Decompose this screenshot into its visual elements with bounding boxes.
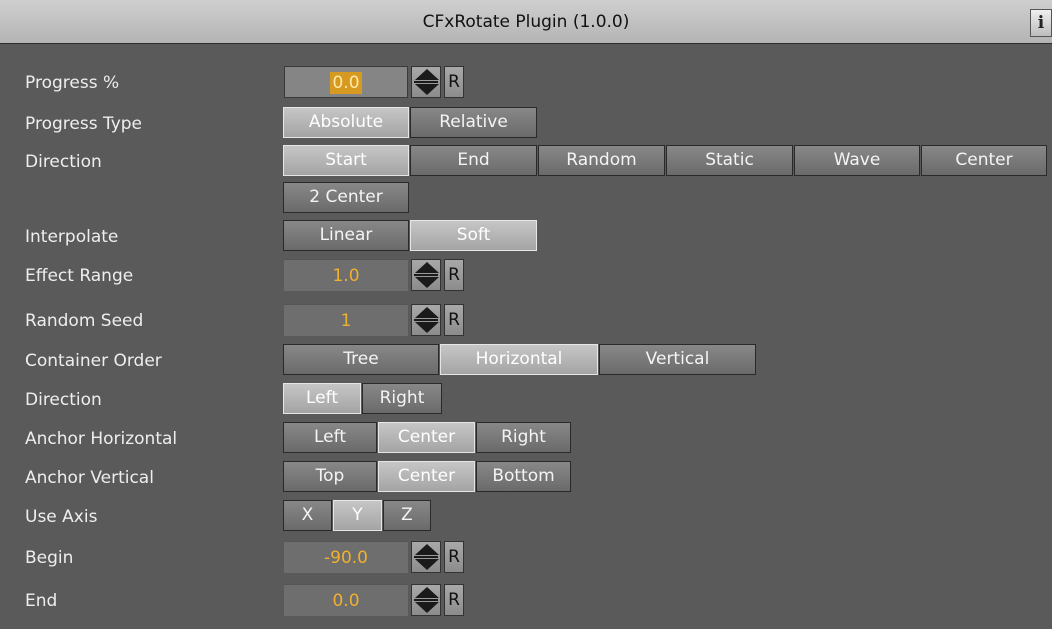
container-order-vertical-button[interactable]: Vertical [599, 344, 756, 375]
anchor-v-bottom-button[interactable]: Bottom [476, 461, 571, 492]
anchor-h-center-button[interactable]: Center [378, 422, 475, 453]
info-icon[interactable]: i [1030, 9, 1052, 37]
progress-type-absolute-button[interactable]: Absolute [283, 107, 409, 138]
direction-lr-label: Direction [25, 390, 102, 410]
interpolate-soft-button[interactable]: Soft [410, 220, 537, 251]
progress-type-label: Progress Type [25, 114, 142, 134]
axis-y-button[interactable]: Y [333, 500, 382, 531]
progress-reset-button[interactable]: R [444, 66, 464, 98]
up-down-arrows-icon[interactable] [411, 304, 441, 336]
window-title: CFxRotate Plugin (1.0.0) [422, 12, 630, 32]
begin-label: Begin [25, 548, 74, 568]
progress-input[interactable]: 0.0 [284, 66, 408, 98]
begin-reset-button[interactable]: R [444, 541, 464, 573]
end-reset-button[interactable]: R [444, 584, 464, 616]
up-down-arrows-icon[interactable] [411, 259, 441, 291]
anchor-h-right-button[interactable]: Right [476, 422, 571, 453]
progress-value: 0.0 [330, 72, 362, 94]
direction-label: Direction [25, 152, 102, 172]
effect-range-input[interactable]: 1.0 [284, 259, 408, 291]
up-down-arrows-icon[interactable] [411, 66, 441, 98]
end-input[interactable]: 0.0 [284, 584, 408, 616]
up-down-arrows-icon[interactable] [411, 584, 441, 616]
anchor-horizontal-label: Anchor Horizontal [25, 429, 178, 449]
container-order-tree-button[interactable]: Tree [283, 344, 439, 375]
container-order-horizontal-button[interactable]: Horizontal [440, 344, 598, 375]
interpolate-label: Interpolate [25, 227, 119, 247]
direction-center-button[interactable]: Center [921, 145, 1047, 176]
axis-z-button[interactable]: Z [383, 500, 431, 531]
use-axis-label: Use Axis [25, 507, 98, 527]
axis-x-button[interactable]: X [283, 500, 332, 531]
begin-input[interactable]: -90.0 [284, 541, 408, 573]
progress-type-relative-button[interactable]: Relative [410, 107, 537, 138]
random-seed-input[interactable]: 1 [284, 304, 408, 336]
direction-2center-button[interactable]: 2 Center [283, 182, 409, 213]
anchor-vertical-label: Anchor Vertical [25, 468, 154, 488]
direction-static-button[interactable]: Static [666, 145, 793, 176]
progress-label: Progress % [25, 73, 120, 93]
direction-start-button[interactable]: Start [283, 145, 409, 176]
anchor-v-top-button[interactable]: Top [283, 461, 377, 492]
effect-range-reset-button[interactable]: R [444, 259, 464, 291]
direction-random-button[interactable]: Random [538, 145, 665, 176]
up-down-arrows-icon[interactable] [411, 541, 441, 573]
direction-end-button[interactable]: End [410, 145, 537, 176]
container-order-label: Container Order [25, 351, 162, 371]
title-bar: CFxRotate Plugin (1.0.0) i [0, 0, 1052, 44]
effect-range-label: Effect Range [25, 266, 134, 286]
interpolate-linear-button[interactable]: Linear [283, 220, 409, 251]
end-label: End [25, 591, 58, 611]
anchor-h-left-button[interactable]: Left [283, 422, 377, 453]
direction-wave-button[interactable]: Wave [794, 145, 920, 176]
random-seed-label: Random Seed [25, 311, 144, 331]
direction-right-button[interactable]: Right [362, 383, 442, 414]
anchor-v-center-button[interactable]: Center [378, 461, 475, 492]
random-seed-reset-button[interactable]: R [444, 304, 464, 336]
direction-left-button[interactable]: Left [283, 383, 361, 414]
